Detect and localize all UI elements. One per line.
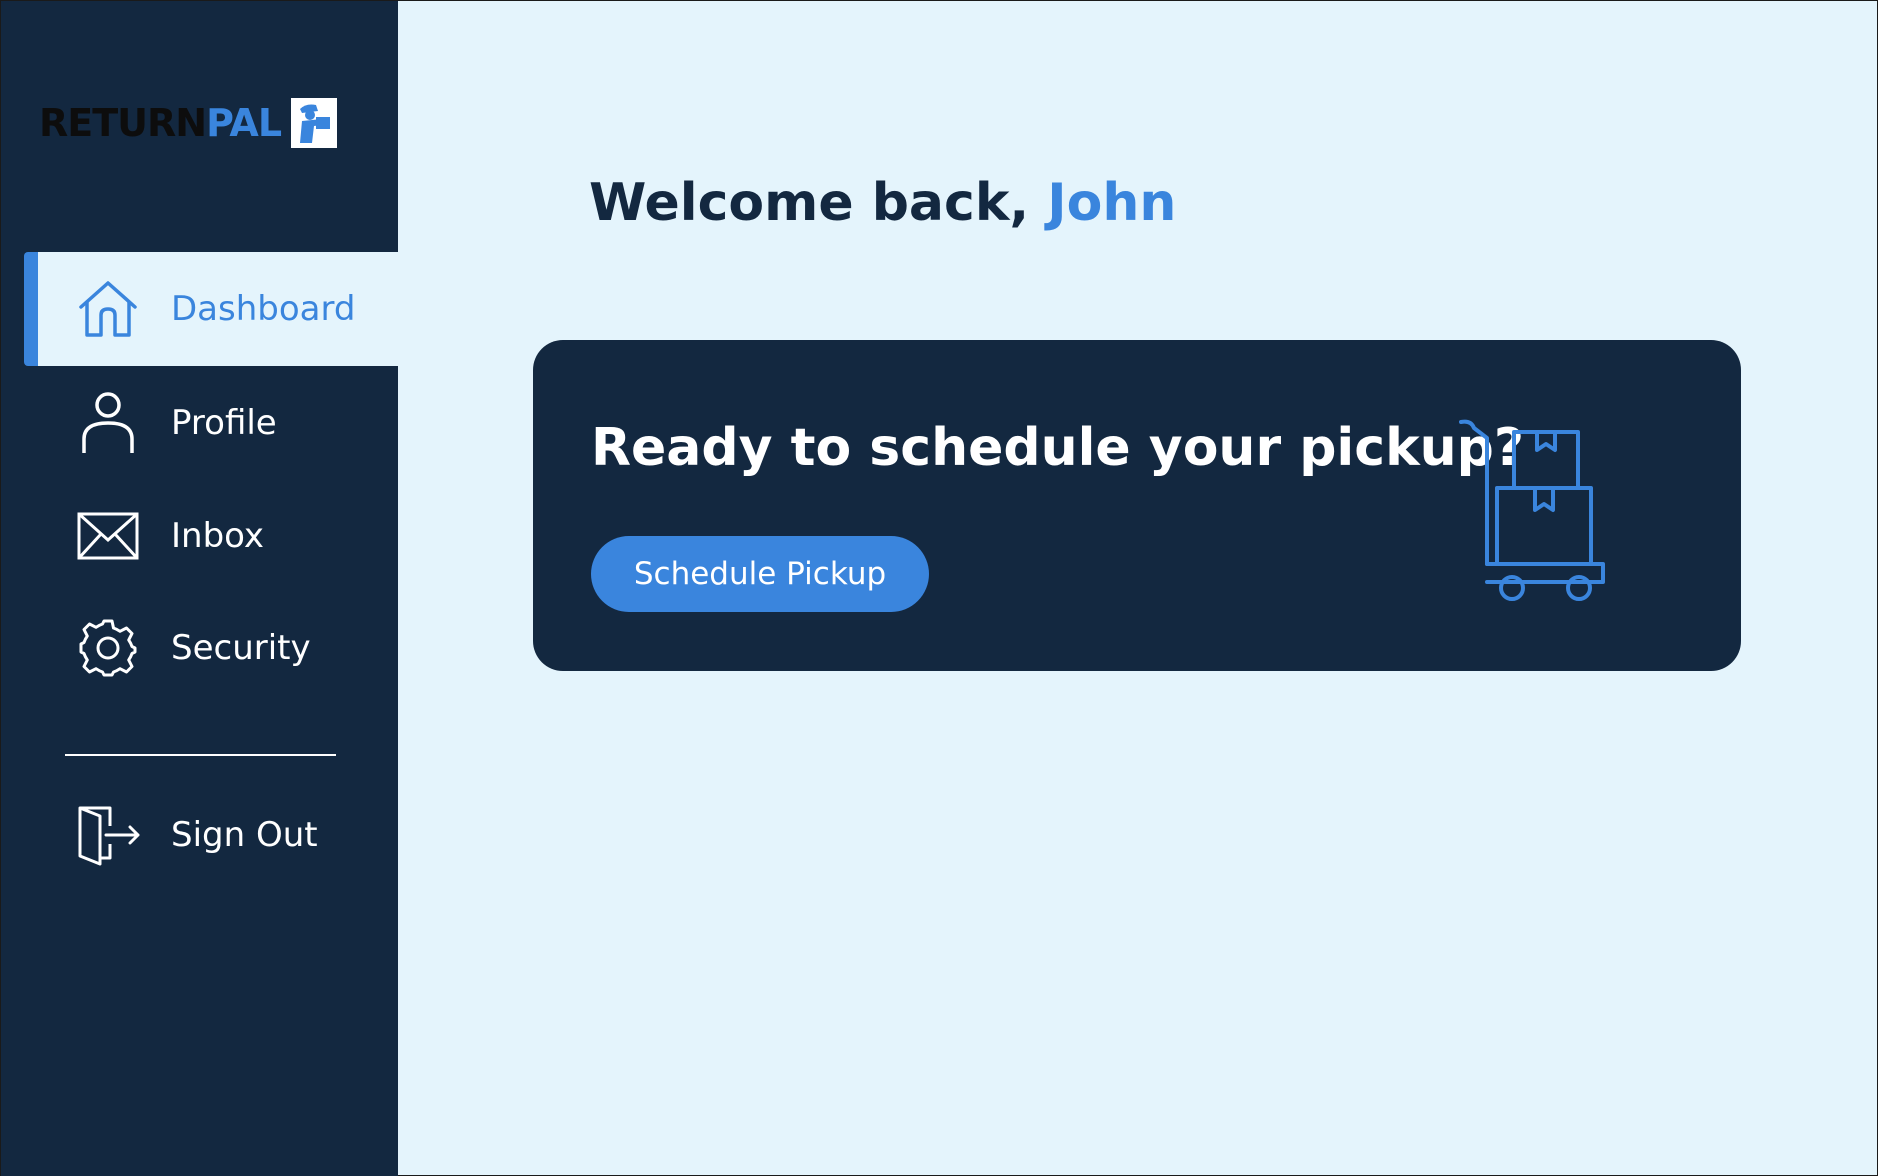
- hand-truck-boxes-icon: [1457, 416, 1607, 606]
- app-window: RETURNPAL Dashboard Profile Inbox Securi…: [0, 0, 1878, 1176]
- sign-out-door-icon: [76, 803, 140, 867]
- sidebar-item-dashboard[interactable]: Dashboard: [24, 252, 398, 366]
- home-icon: [76, 277, 140, 341]
- delivery-person-icon: [291, 98, 338, 148]
- sidebar-item-label: Profile: [171, 403, 277, 443]
- sidebar-item-profile[interactable]: Profile: [24, 366, 398, 480]
- sidebar-item-label: Inbox: [171, 516, 265, 556]
- sidebar-item-label: Dashboard: [171, 289, 356, 329]
- sidebar-item-label: Security: [171, 628, 311, 668]
- schedule-pickup-card: Ready to schedule your pickup? Schedule …: [533, 340, 1741, 671]
- envelope-icon: [76, 504, 140, 568]
- logo-wordmark: RETURNPAL: [39, 101, 282, 145]
- logo-pal-text: PAL: [206, 101, 282, 145]
- sidebar: RETURNPAL Dashboard Profile Inbox Securi…: [1, 1, 398, 1176]
- welcome-prefix: Welcome back,: [589, 173, 1030, 233]
- sidebar-divider: [65, 754, 336, 756]
- gear-icon: [76, 616, 140, 680]
- sign-out-button[interactable]: Sign Out: [24, 778, 398, 892]
- card-heading: Ready to schedule your pickup?: [591, 418, 1525, 478]
- user-icon: [76, 391, 140, 455]
- user-name: John: [1047, 173, 1177, 233]
- brand-logo[interactable]: RETURNPAL: [39, 97, 338, 149]
- sign-out-label: Sign Out: [171, 815, 318, 855]
- sidebar-item-inbox[interactable]: Inbox: [24, 479, 398, 593]
- schedule-pickup-button[interactable]: Schedule Pickup: [591, 536, 929, 612]
- logo-return-text: RETURN: [39, 101, 207, 145]
- welcome-heading: Welcome back, John: [589, 173, 1176, 233]
- sidebar-item-security[interactable]: Security: [24, 591, 398, 705]
